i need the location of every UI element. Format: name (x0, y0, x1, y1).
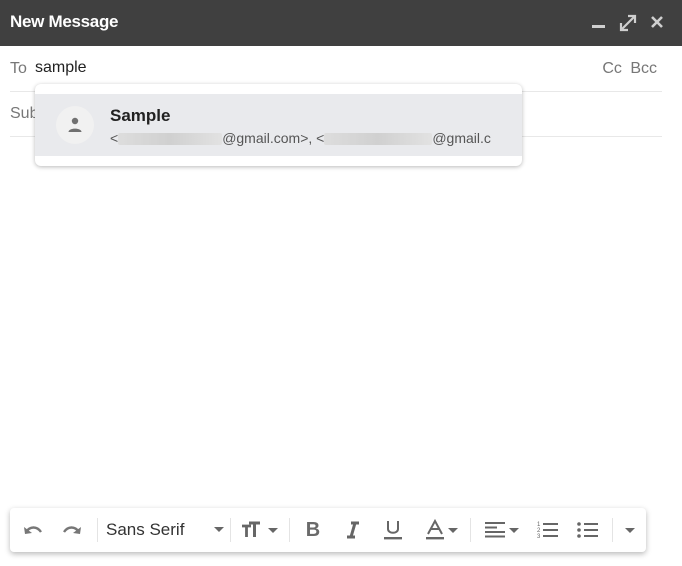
separator (97, 518, 98, 542)
minimize-icon[interactable] (588, 10, 610, 34)
to-input[interactable] (35, 59, 435, 77)
italic-icon[interactable] (338, 508, 368, 552)
separator (470, 518, 471, 542)
bulleted-list-icon[interactable] (572, 508, 604, 552)
bold-icon[interactable]: B (298, 508, 328, 552)
separator (612, 518, 613, 542)
recipient-suggestions: Sample < @gmail.com>, < @gmail.c (35, 84, 522, 166)
compose-titlebar: New Message (0, 0, 682, 46)
person-icon (68, 117, 82, 132)
font-select[interactable]: Sans Serif (102, 508, 224, 552)
message-body[interactable] (10, 140, 662, 500)
chevron-down-icon (625, 527, 635, 533)
to-label: To (10, 60, 27, 77)
suggestion-emails: < @gmail.com>, < @gmail.c (110, 130, 491, 146)
align-icon[interactable] (478, 508, 524, 552)
separator (230, 518, 231, 542)
redo-icon[interactable] (57, 508, 87, 552)
text-color-icon[interactable] (418, 508, 464, 552)
font-name: Sans Serif (106, 520, 185, 539)
email-bracket: < (110, 130, 119, 146)
cc-bcc-links: Cc Bcc (598, 60, 657, 78)
redacted-email (324, 133, 433, 146)
chevron-down-icon (214, 527, 224, 532)
separator (289, 518, 290, 542)
chevron-down-icon (508, 527, 519, 533)
svg-text:3: 3 (537, 534, 541, 540)
email-text: @gmail.c (432, 130, 491, 146)
bcc-link[interactable]: Bcc (630, 60, 657, 77)
suggestion-name: Sample (110, 106, 171, 125)
underline-icon[interactable] (378, 508, 408, 552)
close-icon[interactable] (646, 10, 668, 34)
chevron-down-icon (447, 527, 458, 533)
formatting-toolbar: Sans Serif B 123 (10, 508, 646, 552)
window-title: New Message (10, 12, 119, 31)
cc-link[interactable]: Cc (602, 60, 622, 77)
email-text: @gmail.com>, < (222, 130, 325, 146)
fullscreen-icon[interactable] (617, 10, 639, 34)
text-size-icon[interactable] (236, 508, 282, 552)
numbered-list-icon[interactable]: 123 (532, 508, 564, 552)
undo-icon[interactable] (18, 508, 48, 552)
avatar (56, 106, 94, 144)
chevron-down-icon (268, 527, 278, 533)
more-formatting-icon[interactable] (618, 508, 642, 552)
suggestion-item[interactable]: Sample < @gmail.com>, < @gmail.c (35, 94, 522, 156)
redacted-email (118, 133, 223, 146)
